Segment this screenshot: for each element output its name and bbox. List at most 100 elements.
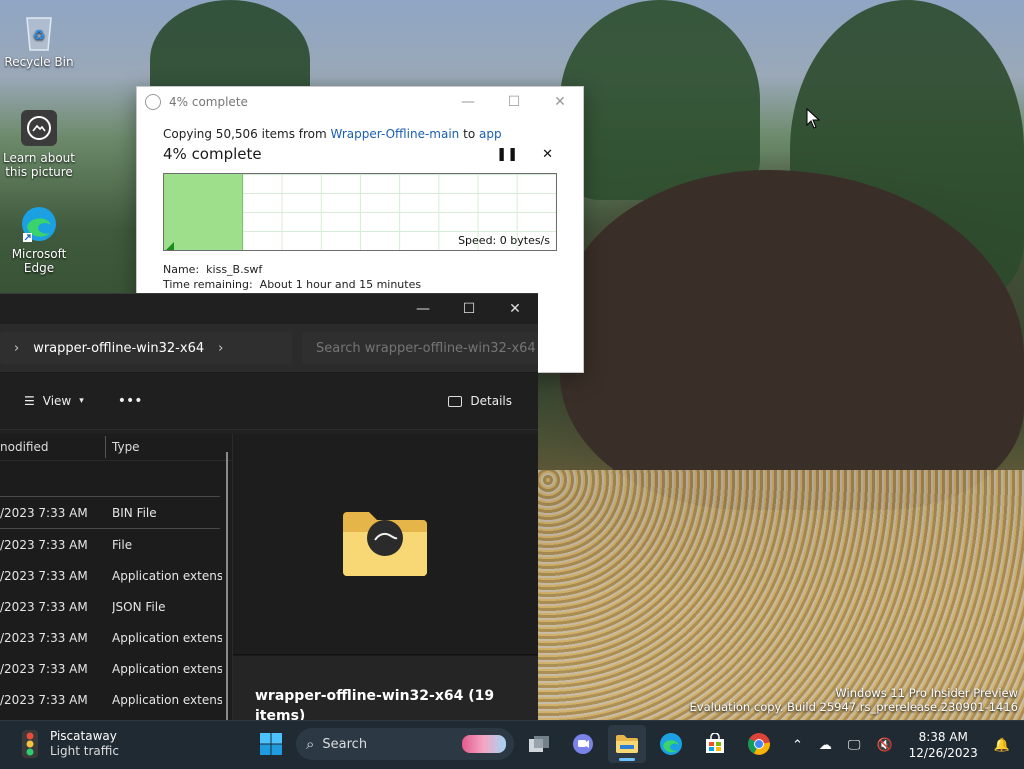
recycle-bin-icon: ♻ (19, 12, 59, 52)
watermark-line1: Windows 11 Pro Insider Preview (835, 686, 1018, 700)
name-label: Name: (163, 263, 200, 276)
address-bar[interactable]: › wrapper-offline-win32-x64 › (0, 332, 292, 364)
tree-decoration (560, 0, 760, 200)
cell-type: File (112, 537, 133, 552)
network-icon[interactable]: 🖵 (848, 738, 861, 753)
taskbar: Piscataway Light traffic ⌕ Search ⌃ ☁ 🖵 … (0, 720, 1024, 769)
desktop-icon-learn-about-picture[interactable]: Learn about this picture (3, 108, 75, 179)
close-icon[interactable]: ✕ (537, 94, 583, 110)
maximize-icon[interactable]: ☐ (491, 94, 537, 110)
more-options-button[interactable]: ••• (118, 393, 143, 409)
current-file-row: Name: kiss_B.swf (163, 263, 557, 276)
cell-type: Application extens... (112, 661, 222, 676)
minimize-icon[interactable]: — (445, 94, 491, 110)
desktop-icon-label: Recycle Bin (4, 55, 74, 69)
cell-modified: /2023 7:33 AM (0, 661, 88, 676)
cell-modified: /2023 7:33 AM (0, 599, 88, 614)
column-divider[interactable] (105, 436, 106, 458)
taskbar-search-label: Search (322, 736, 368, 752)
speed-line (166, 242, 174, 250)
close-icon[interactable]: ✕ (492, 294, 538, 324)
chrome-taskbar-button[interactable] (740, 725, 778, 763)
clock-date: 12/26/2023 (908, 746, 978, 760)
volume-icon[interactable]: 🔇 (876, 738, 892, 753)
details-pane-button[interactable]: Details (448, 394, 512, 408)
teams-chat-button[interactable] (564, 725, 602, 763)
details-pane: wrapper-offline-win32-x64 (19 items) (232, 434, 538, 724)
clock-time: 8:38 AM (918, 730, 968, 744)
desktop-icon-recycle-bin[interactable]: ♻ Recycle Bin (3, 12, 75, 69)
store-icon (706, 733, 724, 753)
table-row[interactable]: /2023 7:33 AM JSON File (0, 591, 232, 622)
task-view-button[interactable] (520, 725, 558, 763)
view-button[interactable]: ☰ View ▾ (24, 394, 84, 408)
maximize-icon[interactable]: ☐ (446, 294, 492, 324)
breadcrumb-folder[interactable]: wrapper-offline-win32-x64 (33, 341, 204, 356)
cancel-copy-button[interactable]: ✕ (542, 147, 553, 162)
file-explorer-window: — ☐ ✕ › wrapper-offline-win32-x64 › ☰ Vi… (0, 293, 538, 724)
minimize-icon[interactable]: — (400, 294, 446, 324)
table-row[interactable]: /2023 7:33 AM Application extens... (0, 653, 232, 684)
watermark-line2: Evaluation copy. Build 25947.rs_prerelea… (689, 700, 1018, 714)
windows-logo-icon (260, 733, 282, 755)
cell-type: Application extens... (112, 630, 222, 645)
progress-fill (164, 174, 244, 250)
column-header-type[interactable]: Type (112, 440, 140, 454)
store-taskbar-button[interactable] (696, 725, 734, 763)
notification-bell-icon[interactable]: 🔔 (994, 738, 1010, 753)
weather-title: Piscataway (50, 729, 117, 743)
table-row[interactable]: /2023 7:33 AM Application extens... (0, 622, 232, 653)
speed-label: Speed: 0 bytes/s (458, 234, 550, 247)
taskbar-search[interactable]: ⌕ Search (296, 728, 514, 760)
cell-type: Application extens... (112, 692, 222, 707)
destination-folder-link[interactable]: app (479, 127, 502, 141)
vertical-scrollbar[interactable] (226, 452, 228, 721)
preview-area (233, 434, 538, 655)
cell-modified: /2023 7:33 AM (0, 537, 88, 552)
table-row[interactable]: /2023 7:33 AM Application extens... (0, 684, 232, 715)
start-button[interactable] (252, 725, 290, 763)
search-highlight-icon (462, 735, 506, 753)
camera-icon (19, 108, 59, 148)
mouse-cursor-icon (806, 108, 820, 129)
widgets-button[interactable]: Piscataway Light traffic (18, 728, 119, 760)
edge-icon (660, 733, 682, 755)
table-row[interactable]: /2023 7:33 AM File (0, 529, 232, 560)
chevron-down-icon: ▾ (79, 396, 84, 406)
table-row[interactable]: /2023 7:33 AM Application extens... (0, 560, 232, 591)
clock[interactable]: 8:38 AM 12/26/2023 (909, 729, 978, 761)
table-row[interactable]: /2023 7:33 AM BIN File (0, 497, 232, 528)
desktop-icon-edge[interactable]: Microsoft Edge (3, 204, 75, 275)
file-list: nodified Type /2023 7:33 AM BIN File /202… (0, 434, 232, 721)
file-explorer-taskbar-button[interactable] (608, 725, 646, 763)
chevron-up-icon[interactable]: ⌃ (792, 738, 803, 753)
chevron-right-icon[interactable]: › (14, 341, 19, 356)
foliage-decoration (538, 470, 1024, 720)
explorer-titlebar[interactable]: — ☐ ✕ (0, 294, 538, 324)
traffic-light-icon (22, 730, 38, 758)
copy-percent-label: 4% complete (163, 145, 262, 163)
chrome-icon (748, 733, 771, 755)
edge-taskbar-button[interactable] (652, 725, 690, 763)
source-folder-link[interactable]: Wrapper-Offline-main (331, 127, 460, 141)
column-header-modified[interactable]: nodified (0, 440, 112, 454)
svg-text:♻: ♻ (33, 28, 46, 44)
time-remaining-label: Time remaining: (163, 278, 253, 291)
system-tray: ⌃ ☁ 🖵 🔇 8:38 AM 12/26/2023 🔔 (784, 721, 1024, 769)
weather-subtitle: Light traffic (50, 744, 119, 758)
copy-dialog-titlebar[interactable]: 4% complete — ☐ ✕ (137, 87, 583, 117)
details-info: wrapper-offline-win32-x64 (19 items) (233, 656, 538, 724)
copy-summary-prefix: Copying 50,506 items from (163, 127, 327, 141)
current-file-name: kiss_B.swf (206, 263, 263, 276)
pause-button[interactable]: ❚❚ (496, 147, 518, 162)
chevron-right-icon[interactable]: › (218, 341, 223, 356)
desktop-icon-label: Microsoft Edge (11, 247, 67, 275)
onedrive-icon[interactable]: ☁ (819, 738, 832, 753)
search-input[interactable] (302, 332, 538, 364)
details-pane-icon (448, 395, 463, 407)
time-remaining-value: About 1 hour and 15 minutes (259, 278, 422, 291)
copy-clock-icon (145, 94, 161, 110)
transfer-speed-graph: Speed: 0 bytes/s (163, 173, 557, 251)
view-label: View (42, 394, 72, 408)
